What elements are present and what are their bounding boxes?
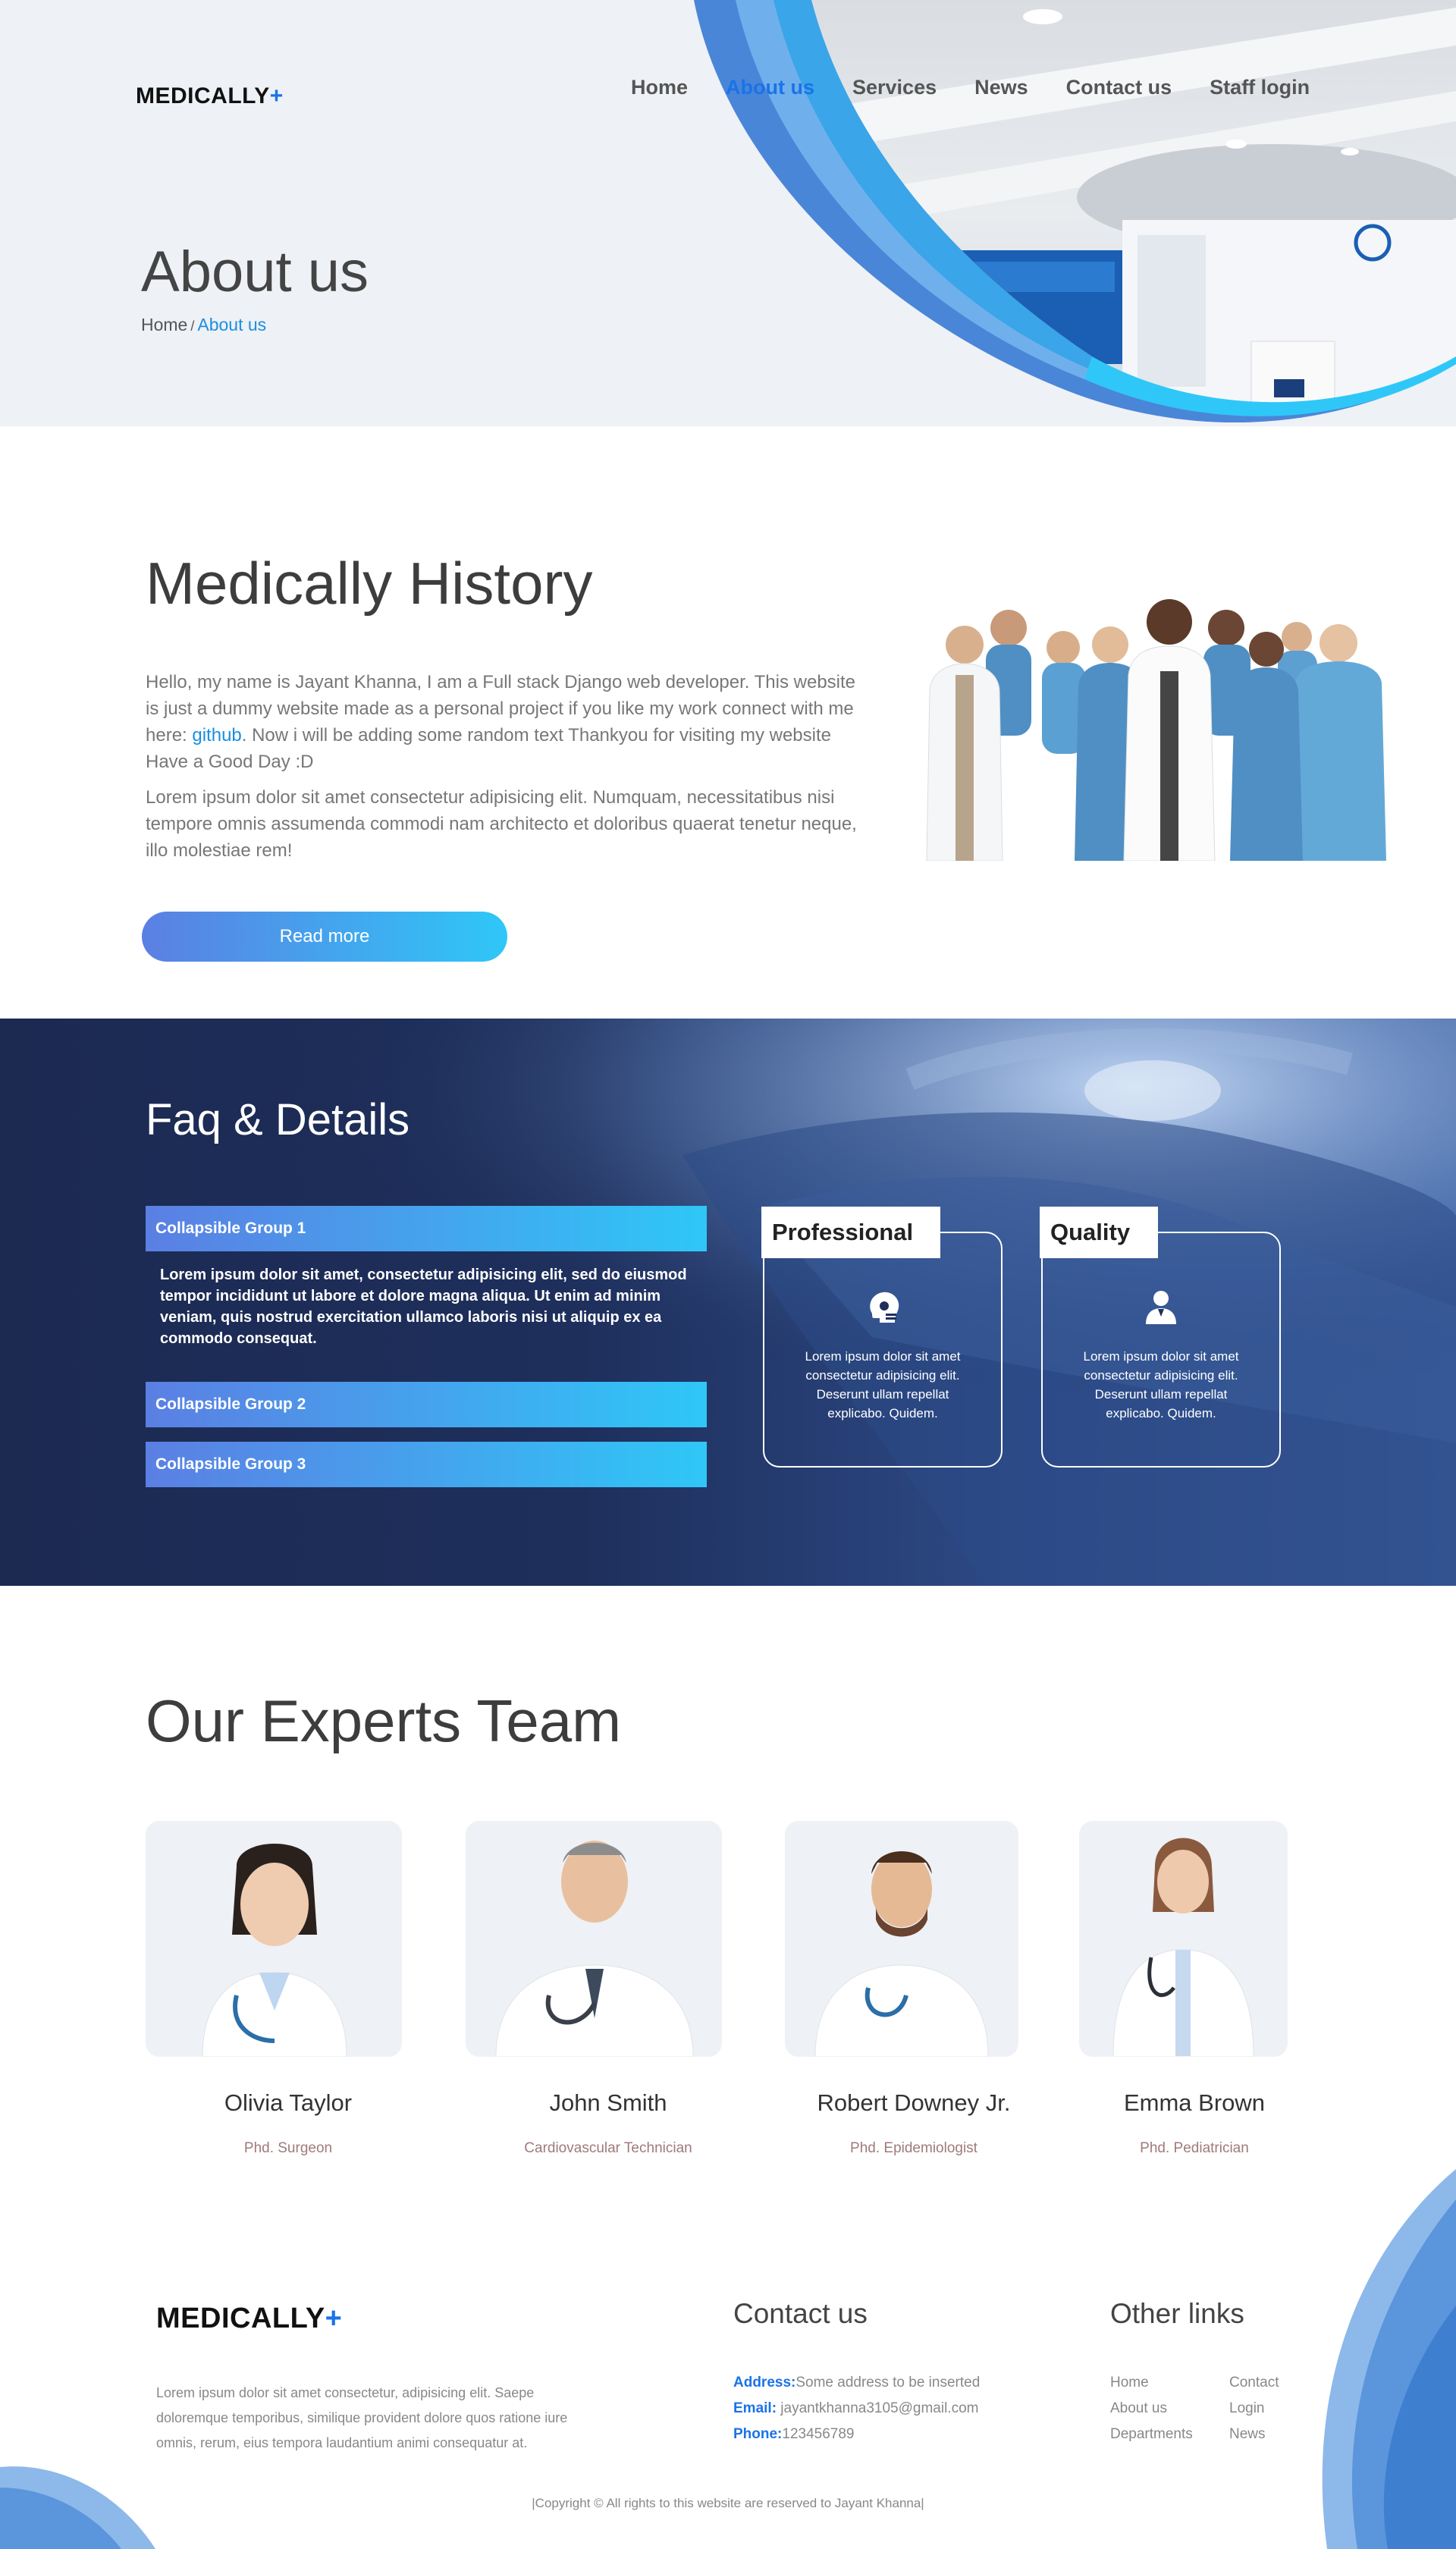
footer-link-home[interactable]: Home — [1110, 2375, 1149, 2391]
feature-quality-title: Quality — [1040, 1207, 1158, 1258]
footer-link-departments[interactable]: Departments — [1110, 2426, 1193, 2443]
hero-section: MEDICALLY+ Home About us Services News C… — [0, 0, 1456, 426]
feature-professional-title: Professional — [761, 1207, 940, 1258]
footer-link-about-us[interactable]: About us — [1110, 2400, 1167, 2417]
expert-photo-john — [466, 1821, 722, 2057]
address-value: Some address to be inserted — [795, 2375, 981, 2390]
brand-name: MEDICALLY — [136, 83, 270, 108]
doctor-portrait — [495, 1841, 694, 2057]
email-label: Email: — [733, 2400, 777, 2416]
history-intro-paragraph: Hello, my name is Jayant Khanna, I am a … — [146, 669, 874, 775]
breadcrumb-home[interactable]: Home — [141, 315, 187, 334]
nav-contact-us[interactable]: Contact us — [1066, 76, 1172, 99]
doctor-portrait — [202, 1844, 347, 2057]
faq-title: Faq & Details — [146, 1095, 410, 1144]
breadcrumb-current: About us — [197, 315, 267, 334]
main-nav: Home About us Services News Contact us S… — [631, 76, 1348, 99]
collapsible-group-1-body: Lorem ipsum dolor sit amet, consectetur … — [160, 1267, 687, 1347]
expert-photo-emma — [1079, 1821, 1288, 2057]
address-label: Address: — [733, 2375, 796, 2390]
read-more-button[interactable]: Read more — [142, 912, 507, 962]
faq-section: Faq & Details Collapsible Group 1 Lorem … — [0, 1019, 1456, 1586]
doctor-portrait — [814, 1851, 989, 2057]
footer-brand-name: MEDICALLY — [156, 2303, 325, 2334]
brand-plus: + — [269, 83, 284, 108]
footer-phone: Phone:123456789 — [733, 2426, 855, 2443]
phone-value: 123456789 — [782, 2426, 855, 2442]
breadcrumb: Home / About us — [141, 315, 266, 335]
medical-team-photo — [926, 599, 1386, 861]
expert-name-emma: Emma Brown — [1123, 2089, 1266, 2116]
collapsible-group-1-header[interactable]: Collapsible Group 1 — [146, 1206, 707, 1251]
hero-background-art — [694, 0, 1456, 423]
github-link[interactable]: github — [192, 725, 241, 746]
history-intro-text-end: . Now i will be adding some random text … — [146, 725, 831, 772]
footer-contact-title: Contact us — [733, 2298, 868, 2329]
feature-card-professional: Lorem ipsum dolor sit amet consectetur a… — [763, 1232, 1003, 1468]
nav-home[interactable]: Home — [631, 76, 688, 99]
footer-link-login[interactable]: Login — [1229, 2400, 1265, 2417]
page-title: About us — [141, 240, 369, 304]
footer-address: Address:Some address to be inserted — [733, 2375, 980, 2391]
expert-name-john: John Smith — [549, 2089, 667, 2116]
brand-logo[interactable]: MEDICALLY+ — [136, 83, 284, 109]
experts-title: Our Experts Team — [146, 1687, 622, 1754]
copyright-text: |Copyright © All rights to this website … — [532, 2496, 924, 2510]
nav-staff-login[interactable]: Staff login — [1210, 76, 1310, 99]
phone-label: Phone: — [733, 2426, 783, 2442]
footer-email: Email: jayantkhanna3105@gmail.com — [733, 2400, 978, 2417]
breadcrumb-separator: / — [190, 319, 195, 334]
footer-logo[interactable]: MEDICALLY+ — [156, 2303, 342, 2335]
doctor-user-icon — [1146, 1291, 1176, 1324]
collapsible-group-2-header[interactable]: Collapsible Group 2 — [146, 1382, 707, 1427]
history-lorem-paragraph: Lorem ipsum dolor sit amet consectetur a… — [146, 787, 857, 861]
feature-professional-text: Lorem ipsum dolor sit amet consectetur a… — [805, 1349, 961, 1420]
nav-about-us[interactable]: About us — [726, 76, 814, 99]
email-value[interactable]: jayantkhanna3105@gmail.com — [777, 2400, 978, 2416]
nav-services[interactable]: Services — [852, 76, 937, 99]
footer-background-waves — [0, 2169, 1456, 2549]
history-title: Medically History — [146, 550, 593, 617]
feature-card-quality: Lorem ipsum dolor sit amet consectetur a… — [1041, 1232, 1281, 1468]
footer-brand-plus: + — [325, 2303, 343, 2334]
expert-photo-olivia — [146, 1821, 402, 2057]
expert-name-olivia: Olivia Taylor — [224, 2089, 353, 2116]
doctor-portrait — [1112, 1838, 1254, 2057]
expert-name-robert: Robert Downey Jr. — [817, 2089, 1011, 2116]
collapsible-group-3-header[interactable]: Collapsible Group 3 — [146, 1442, 707, 1487]
head-gear-icon — [870, 1292, 899, 1323]
footer-link-contact[interactable]: Contact — [1229, 2375, 1279, 2391]
feature-quality-text: Lorem ipsum dolor sit amet consectetur a… — [1083, 1349, 1239, 1420]
expert-photo-robert — [785, 1821, 1018, 2057]
footer-link-news[interactable]: News — [1229, 2426, 1266, 2443]
footer-about-text: Lorem ipsum dolor sit amet consectetur, … — [156, 2385, 568, 2450]
footer-links-title: Other links — [1110, 2298, 1244, 2329]
nav-news[interactable]: News — [974, 76, 1028, 99]
